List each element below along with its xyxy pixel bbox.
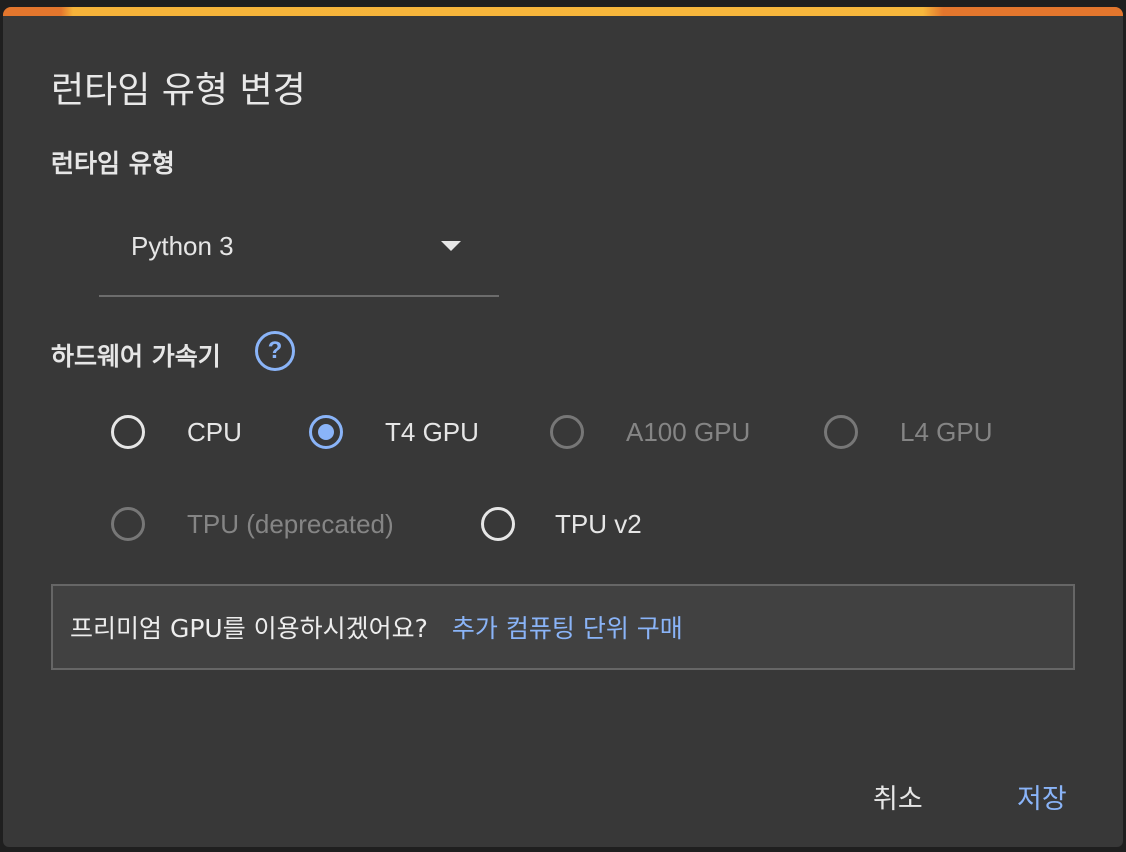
accelerator-label: TPU (deprecated) [187, 508, 394, 539]
accelerator-option-t4-gpu[interactable]: T4 GPU [309, 415, 479, 449]
cancel-button[interactable]: 취소 [873, 777, 923, 816]
accelerator-label: L4 GPU [900, 416, 993, 447]
radio-checked-icon [309, 415, 343, 449]
save-button[interactable]: 저장 [1017, 777, 1067, 816]
runtime-type-value: Python 3 [131, 231, 234, 261]
accelerator-label: T4 GPU [385, 416, 479, 447]
help-circle-icon[interactable]: ? [255, 331, 295, 371]
premium-gpu-question: 프리미엄 GPU를 이용하시겠어요? [70, 614, 428, 643]
dialog-top-accent-bar [3, 7, 1123, 16]
dialog-title: 런타임 유형 변경 [51, 70, 306, 111]
hardware-accelerator-label: 하드웨어 가속기 [51, 342, 221, 371]
accelerator-option-cpu[interactable]: CPU [111, 415, 242, 449]
runtime-type-label: 런타임 유형 [51, 149, 175, 178]
premium-gpu-banner: 프리미엄 GPU를 이용하시겠어요? 추가 컴퓨팅 단위 구매 [51, 584, 1075, 670]
radio-circle-icon [481, 507, 515, 541]
accelerator-option-a100-gpu: A100 GPU [550, 415, 750, 449]
accelerator-option-l4-gpu: L4 GPU [824, 415, 993, 449]
change-runtime-dialog: 런타임 유형 변경 런타임 유형 Python 3 하드웨어 가속기 ? CPU… [3, 7, 1123, 847]
accelerator-option-tpu-deprecated: TPU (deprecated) [111, 507, 394, 541]
runtime-type-select[interactable]: Python 3 [99, 213, 499, 297]
caret-down-icon [441, 241, 461, 251]
accelerator-label: TPU v2 [555, 508, 642, 539]
radio-circle-icon [111, 507, 145, 541]
radio-circle-icon [111, 415, 145, 449]
accelerator-option-tpu-v2[interactable]: TPU v2 [481, 507, 642, 541]
radio-circle-icon [824, 415, 858, 449]
accelerator-label: CPU [187, 416, 242, 447]
buy-compute-units-link[interactable]: 추가 컴퓨팅 단위 구매 [452, 609, 683, 645]
accelerator-label: A100 GPU [626, 416, 751, 447]
radio-circle-icon [550, 415, 584, 449]
